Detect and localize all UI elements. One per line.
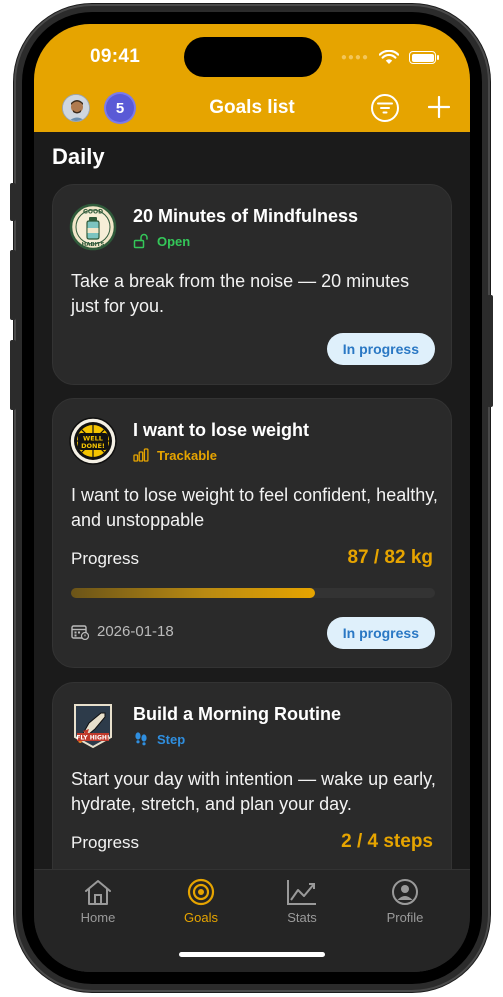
tab-home-label: Home [80,910,116,925]
cellular-signal-icon: ●●●● [340,52,369,63]
goal-type-label: Open [157,233,191,249]
goal-description: Start your day with intention — wake up … [71,769,436,814]
goal-type-label: Trackable [157,447,217,463]
badge-text-top: GOOD [83,209,103,216]
badge-text-bottom: DONE! [81,442,105,450]
status-badge[interactable]: In progress [326,333,435,365]
target-icon [187,878,215,906]
tab-goals-label: Goals [184,910,218,925]
add-goal-button[interactable] [424,92,454,122]
status-icons: ●●●● [340,50,439,65]
goal-card[interactable]: WELL DONE! I want to lose weight Trackab… [52,398,452,668]
battery-icon [409,51,439,64]
progress-label: Progress [71,549,140,568]
home-indicator [179,952,325,957]
progress-fill [71,588,315,598]
page-title: Goals list [209,97,295,118]
goal-type: Trackable [133,447,217,463]
status-time: 09:41 [90,46,141,67]
calendar-icon [71,624,89,640]
goal-title: Build a Morning Routine [133,704,341,724]
tab-goals[interactable]: Goals [161,878,241,925]
progress-label: Progress [71,833,140,852]
well-done-badge-icon: WELL DONE! [69,417,117,465]
action-button [10,183,16,221]
goal-type: Step [133,731,185,747]
status-badge[interactable]: In progress [326,617,435,649]
footsteps-icon [135,732,147,746]
tab-profile[interactable]: Profile [365,878,445,925]
home-icon [85,880,111,905]
unlock-icon [133,233,148,249]
bars-icon [133,448,149,462]
app-screen: 09:41 ●●●● 5 Goals list Daily GOOD HABIT… [34,24,470,972]
due-date: 2026-01-18 [71,623,174,640]
volume-down-button [10,340,16,410]
header-toolbar: 5 Goals list [34,92,470,128]
goal-card[interactable]: GOOD HABITS 20 Minutes of Mindfulness Op… [52,184,452,385]
tab-stats[interactable]: Stats [262,878,342,925]
goal-description: I want to lose weight to feel confident,… [71,485,438,530]
person-icon [392,879,418,905]
goal-title: 20 Minutes of Mindfulness [133,206,359,226]
goal-type: Open [133,233,190,249]
good-habits-badge-icon: GOOD HABITS [69,203,117,251]
app-header: 09:41 ●●●● 5 Goals list [34,24,470,132]
goal-title: I want to lose weight [133,420,310,440]
section-title-daily: Daily [52,144,105,169]
goal-type-label: Step [157,731,186,747]
plus-icon [427,95,451,119]
dynamic-island [184,37,322,77]
fly-high-badge-icon: FLY HIGH! [69,701,117,749]
badge-text-bottom: HABITS [82,242,105,248]
power-button [487,295,493,407]
tab-stats-label: Stats [287,910,317,925]
tab-home[interactable]: Home [58,878,138,925]
due-date-text: 2026-01-18 [97,623,174,640]
volume-up-button [10,250,16,320]
goal-description: Take a break from the noise — 20 minutes… [71,271,410,316]
wifi-icon [379,50,399,64]
filter-icon [377,102,393,114]
progress-value: 87 / 82 kg [347,547,433,568]
chart-icon [287,880,316,905]
progress-value: 2 / 4 steps [341,831,433,852]
progress-bar [71,588,435,598]
badge-text: FLY HIGH! [76,735,109,742]
filter-button[interactable] [371,94,399,122]
tab-profile-label: Profile [386,910,424,925]
